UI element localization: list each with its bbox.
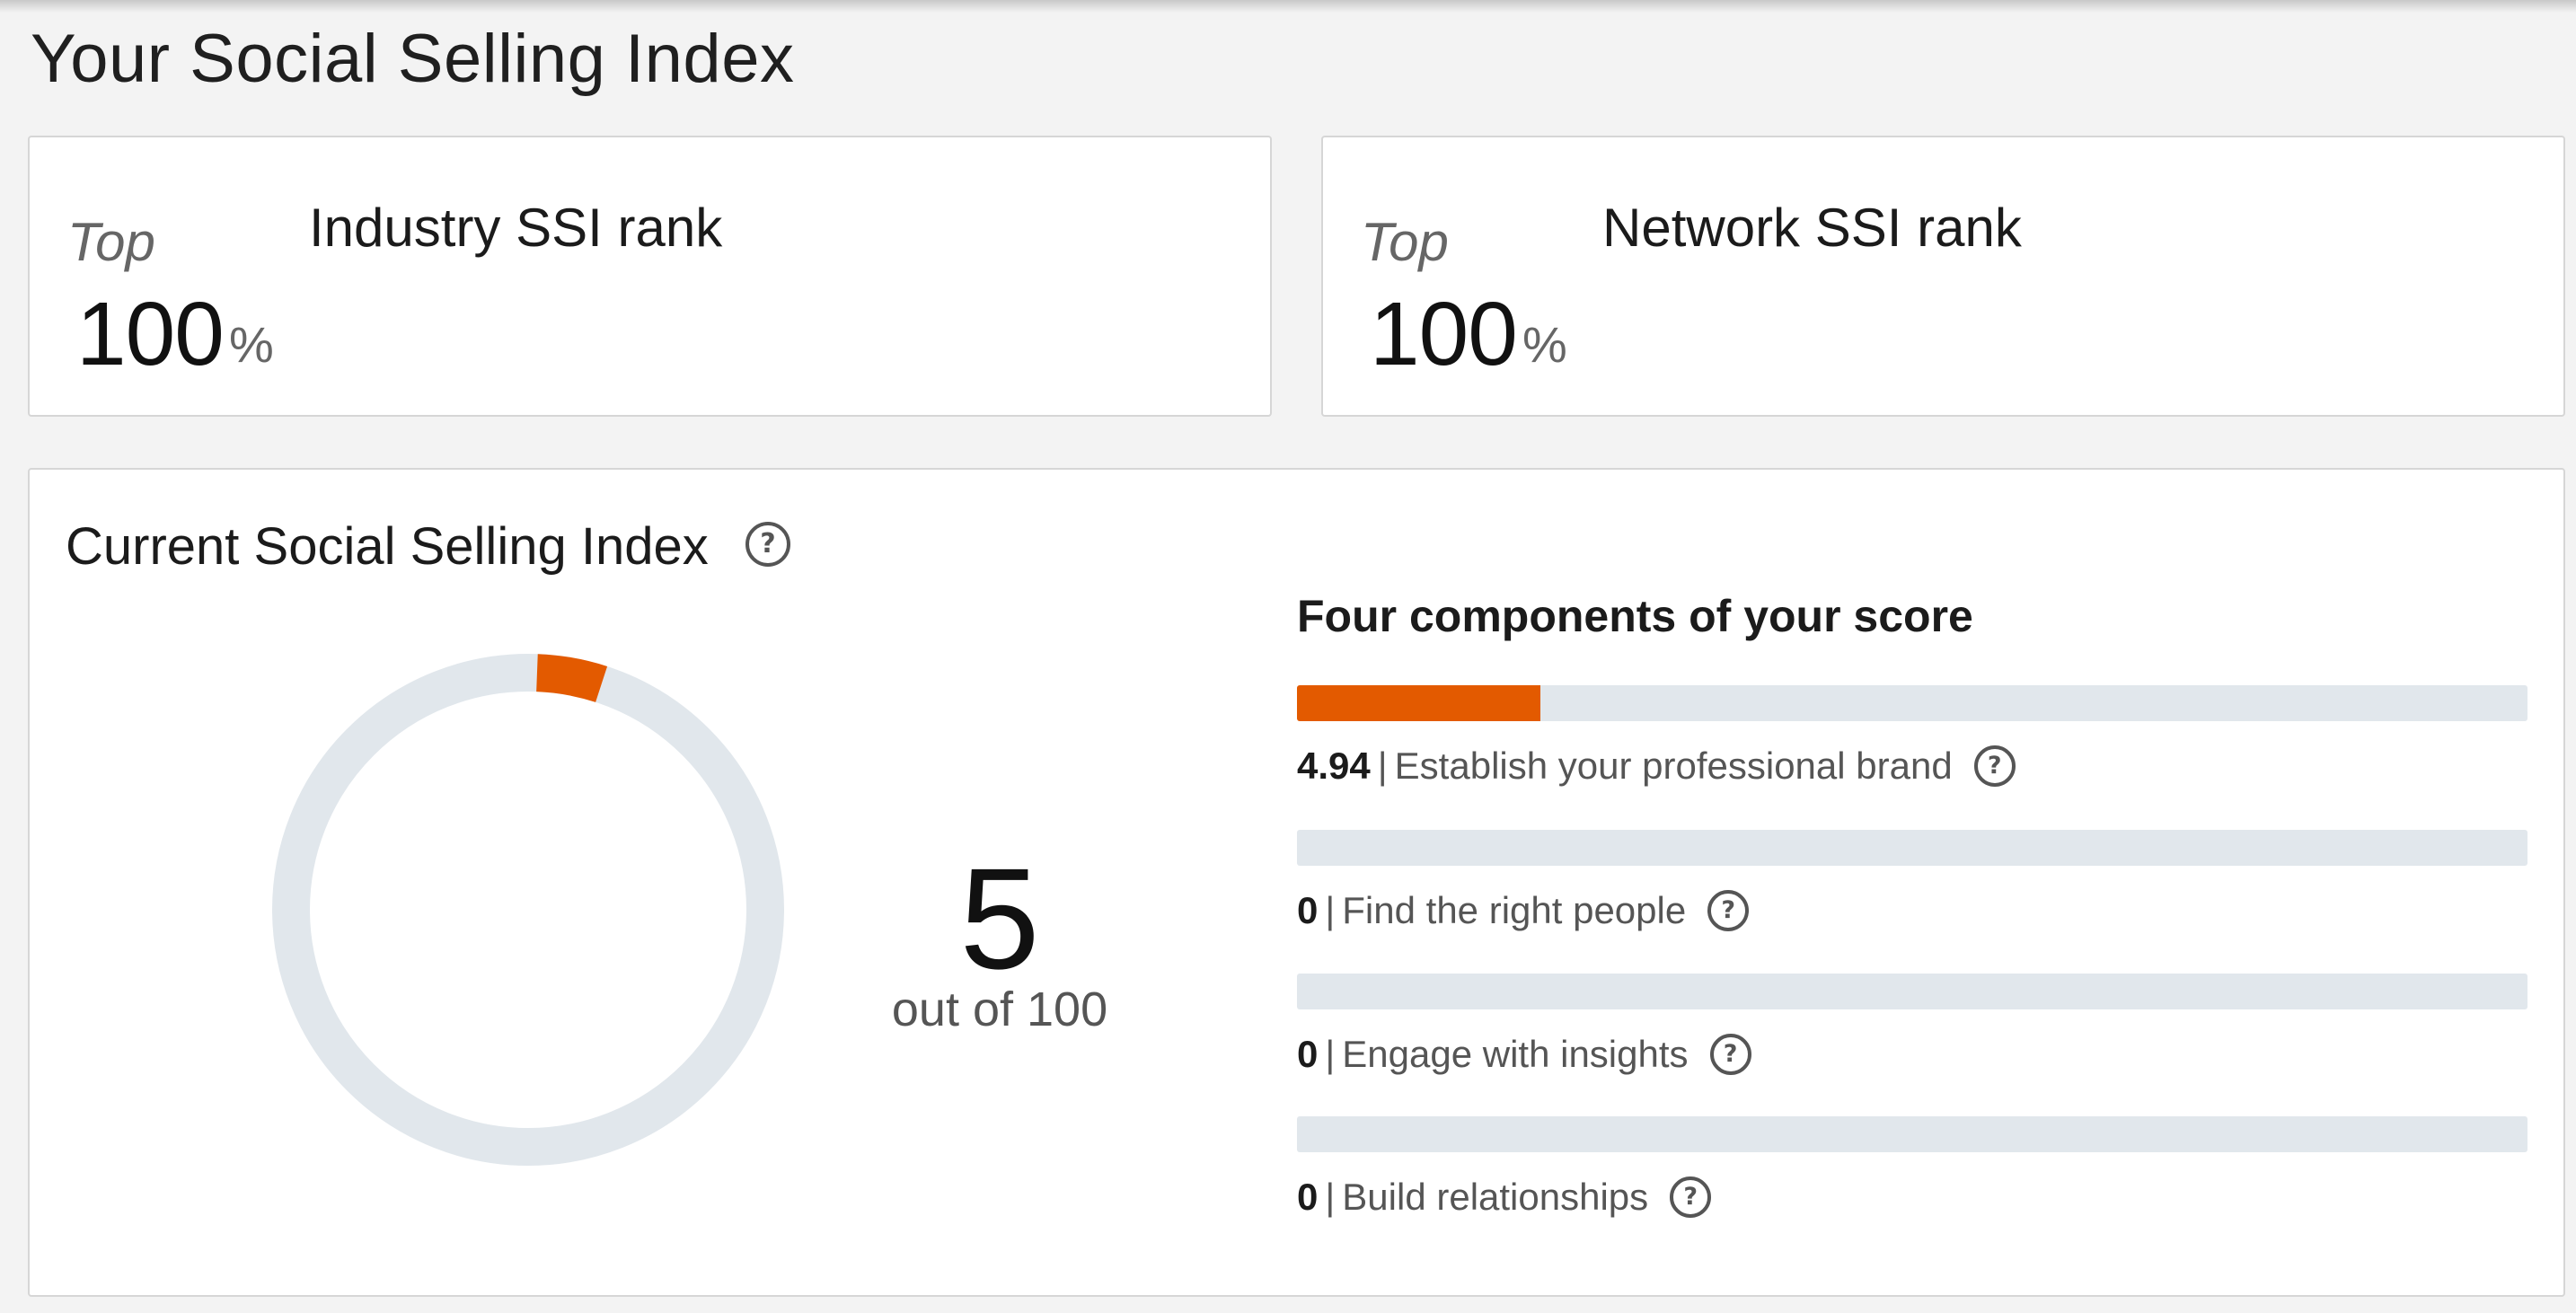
component-row: 0 | Find the right people ?: [1297, 889, 1750, 932]
donut-track: [272, 654, 784, 1166]
component-bar-track: [1297, 685, 2527, 721]
page-title: Your Social Selling Index: [31, 21, 795, 97]
component-label: Find the right people: [1342, 889, 1687, 931]
network-rank-label: Network SSI rank: [1602, 198, 2022, 258]
rank-top-label: Top: [67, 212, 155, 272]
ssi-score-out-of: out of 100: [891, 983, 1108, 1036]
component-label: Establish your professional brand: [1394, 745, 1953, 787]
component-row: 0 | Build relationships ?: [1297, 1176, 1712, 1219]
component-separator: |: [1377, 745, 1388, 787]
rank-value: 100: [1370, 284, 1518, 384]
question-circle-icon[interactable]: ?: [1709, 1034, 1751, 1075]
question-circle-icon[interactable]: ?: [745, 522, 790, 567]
network-rank-card: Top 100 % Network SSI rank: [1321, 136, 2565, 417]
component-separator: |: [1325, 1033, 1336, 1075]
component-row: 0 | Engage with insights ?: [1297, 1033, 1751, 1076]
component-separator: |: [1325, 1176, 1336, 1218]
components-title: Four components of your score: [1297, 591, 1973, 641]
question-circle-icon[interactable]: ?: [1973, 745, 2016, 787]
current-ssi-title: Current Social Selling Index: [66, 517, 709, 576]
donut-score-arc: [535, 654, 608, 703]
rank-top-label: Top: [1361, 212, 1449, 272]
component-separator: |: [1325, 889, 1336, 931]
component-row: 4.94 | Establish your professional brand…: [1297, 745, 2016, 788]
component-value: 0: [1297, 1176, 1319, 1218]
industry-rank-card: Top 100 % Industry SSI rank: [28, 136, 1272, 417]
ssi-score: 5: [959, 838, 1040, 999]
component-value: 0: [1297, 1033, 1319, 1075]
component-label: Engage with insights: [1342, 1033, 1689, 1075]
question-circle-icon[interactable]: ?: [1707, 890, 1750, 931]
component-label: Build relationships: [1342, 1176, 1649, 1218]
rank-percent-sign: %: [1522, 316, 1567, 373]
component-value: 4.94: [1297, 745, 1371, 787]
question-circle-icon[interactable]: ?: [1670, 1176, 1712, 1218]
component-bar-fill: [1297, 685, 1540, 721]
top-shadow: [0, 0, 2576, 13]
component-bar-track: [1297, 830, 2527, 866]
current-ssi-card: Current Social Selling Index ? 5 out of …: [28, 468, 2565, 1297]
rank-value: 100: [76, 284, 225, 384]
rank-percent-sign: %: [229, 316, 274, 373]
ssi-donut-chart: [272, 654, 784, 1166]
component-bar-track: [1297, 974, 2527, 1009]
component-value: 0: [1297, 889, 1319, 931]
industry-rank-label: Industry SSI rank: [309, 198, 723, 258]
component-bar-track: [1297, 1116, 2527, 1152]
